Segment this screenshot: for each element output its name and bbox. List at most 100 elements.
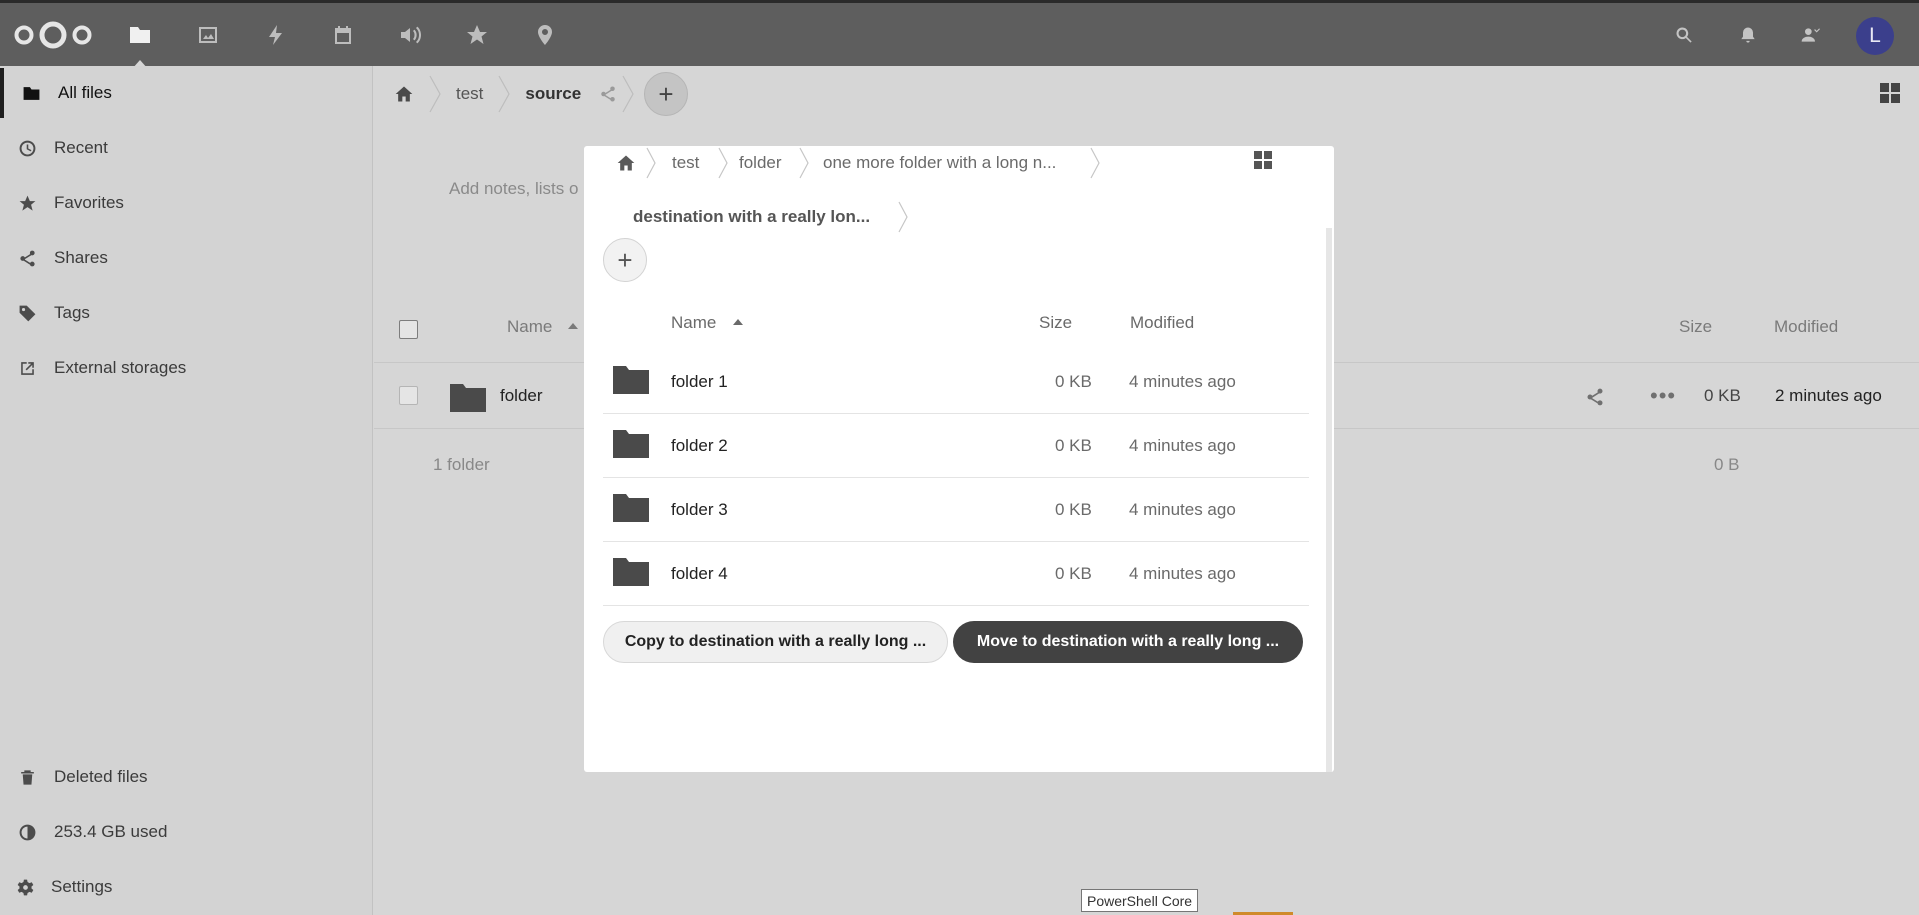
list-item[interactable]: folder 4 0 KB 4 minutes ago (603, 542, 1309, 606)
files-app-icon[interactable] (126, 21, 154, 49)
more-actions-icon[interactable]: ••• (1650, 383, 1676, 409)
breadcrumb-separator (497, 66, 511, 122)
breadcrumb-separator (428, 66, 442, 122)
sidebar-item-label: Tags (54, 303, 90, 322)
clock-icon (16, 137, 38, 159)
folder-name[interactable]: folder 3 (671, 500, 728, 520)
grid-view-icon[interactable] (1253, 150, 1273, 170)
share-icon[interactable] (595, 66, 621, 122)
column-header-name[interactable]: Name (671, 313, 716, 333)
folder-icon (613, 494, 649, 522)
column-header-size[interactable]: Size (1679, 317, 1712, 337)
sidebar-item-label: Recent (54, 138, 108, 157)
move-button[interactable]: Move to destination with a really long .… (953, 621, 1303, 663)
favorites-app-icon[interactable] (463, 21, 491, 49)
gear-icon (14, 876, 36, 898)
user-avatar[interactable]: L (1856, 17, 1894, 55)
list-item[interactable]: folder 3 0 KB 4 minutes ago (603, 478, 1309, 542)
row-checkbox[interactable] (399, 386, 418, 405)
folder-icon (20, 82, 42, 104)
maps-app-icon[interactable] (531, 21, 559, 49)
folder-name[interactable]: folder 2 (671, 436, 728, 456)
folder-icon (450, 384, 486, 412)
sidebar-item-external-storages[interactable]: External storages (0, 343, 373, 393)
calendar-app-icon[interactable] (329, 21, 357, 49)
breadcrumb-separator (798, 146, 810, 180)
folder-modified: 4 minutes ago (1129, 436, 1236, 455)
nextcloud-logo-icon[interactable] (14, 19, 92, 51)
folder-size: 0 KB (1055, 436, 1092, 455)
activity-app-icon[interactable] (262, 21, 290, 49)
tag-icon (16, 302, 38, 324)
grid-view-icon[interactable] (1879, 82, 1901, 104)
column-header-modified[interactable]: Modified (1130, 313, 1194, 333)
dialog-breadcrumb: test folder one more folder with a long … (584, 146, 1334, 264)
sidebar-item-tags[interactable]: Tags (0, 288, 373, 338)
breadcrumb-item-source[interactable]: source (511, 66, 595, 122)
sidebar-item-recent[interactable]: Recent (0, 123, 373, 173)
dialog-breadcrumb-current[interactable]: destination with a really lon... (633, 200, 870, 234)
dialog-scrollbar[interactable] (1326, 228, 1332, 772)
folder-icon (613, 366, 649, 394)
trash-icon (16, 766, 38, 788)
sidebar-item-label: All files (58, 83, 112, 102)
dialog-breadcrumb-item[interactable]: folder (739, 146, 782, 180)
folder-modified: 4 minutes ago (1129, 500, 1236, 519)
sidebar-item-label: Settings (51, 877, 113, 896)
breadcrumb-item-test[interactable]: test (442, 66, 497, 122)
share-icon[interactable] (1585, 387, 1605, 412)
folder-icon (613, 558, 649, 586)
sidebar-item-label: Deleted files (54, 767, 148, 786)
folder-size: 0 KB (1055, 500, 1092, 519)
storage-quota-label: 253.4 GB used (54, 822, 168, 841)
notes-placeholder[interactable]: Add notes, lists o (449, 179, 578, 199)
new-file-button[interactable]: + (644, 72, 688, 116)
column-header-name[interactable]: Name (507, 317, 552, 337)
folder-modified: 4 minutes ago (1129, 564, 1236, 583)
search-icon[interactable] (1670, 21, 1698, 49)
breadcrumb-separator (1089, 146, 1101, 180)
breadcrumb-separator (897, 200, 909, 234)
contacts-icon[interactable] (1796, 21, 1824, 49)
file-count: 1 folder (433, 455, 490, 474)
column-header-size[interactable]: Size (1039, 313, 1072, 333)
column-header-modified[interactable]: Modified (1774, 317, 1838, 337)
home-icon[interactable] (616, 146, 636, 180)
sidebar-item-label: Favorites (54, 193, 124, 212)
home-icon[interactable] (374, 66, 428, 122)
sidebar-item-favorites[interactable]: Favorites (0, 178, 373, 228)
star-icon (16, 192, 38, 214)
dialog-breadcrumb-item[interactable]: test (672, 146, 699, 180)
folder-name[interactable]: folder 1 (671, 372, 728, 392)
sort-ascending-icon (733, 319, 743, 325)
sort-ascending-icon (568, 323, 578, 329)
list-item[interactable]: folder 2 0 KB 4 minutes ago (603, 414, 1309, 478)
folder-name[interactable]: folder 4 (671, 564, 728, 584)
total-size: 0 B (1714, 455, 1740, 474)
folder-modified: 4 minutes ago (1129, 372, 1236, 391)
breadcrumb-separator (645, 146, 657, 180)
folder-size: 0 KB (1055, 372, 1092, 391)
breadcrumb-separator (717, 146, 729, 180)
dialog-breadcrumb-item[interactable]: one more folder with a long n... (823, 146, 1056, 180)
file-size: 0 KB (1704, 386, 1741, 405)
sidebar-item-shares[interactable]: Shares (0, 233, 373, 283)
sidebar-item-label: External storages (54, 358, 187, 377)
sidebar-item-deleted-files[interactable]: Deleted files (0, 752, 373, 802)
select-all-checkbox[interactable] (399, 320, 418, 339)
photos-app-icon[interactable] (194, 21, 222, 49)
audio-app-icon[interactable] (396, 21, 424, 49)
file-name[interactable]: folder (500, 386, 543, 406)
pie-chart-icon (16, 821, 38, 843)
new-folder-button[interactable]: + (603, 238, 647, 282)
external-link-icon (16, 357, 38, 379)
list-item[interactable]: folder 1 0 KB 4 minutes ago (603, 350, 1309, 414)
taskbar-tooltip: PowerShell Core (1081, 889, 1199, 912)
notifications-bell-icon[interactable] (1734, 21, 1762, 49)
breadcrumb-separator (621, 66, 635, 122)
sidebar-item-settings[interactable]: Settings (0, 862, 373, 912)
file-modified: 2 minutes ago (1775, 386, 1882, 405)
sidebar: All files Recent Favorites Shares Tags E… (0, 66, 373, 915)
copy-button[interactable]: Copy to destination with a really long .… (603, 621, 948, 663)
sidebar-item-all-files[interactable]: All files (0, 68, 373, 118)
